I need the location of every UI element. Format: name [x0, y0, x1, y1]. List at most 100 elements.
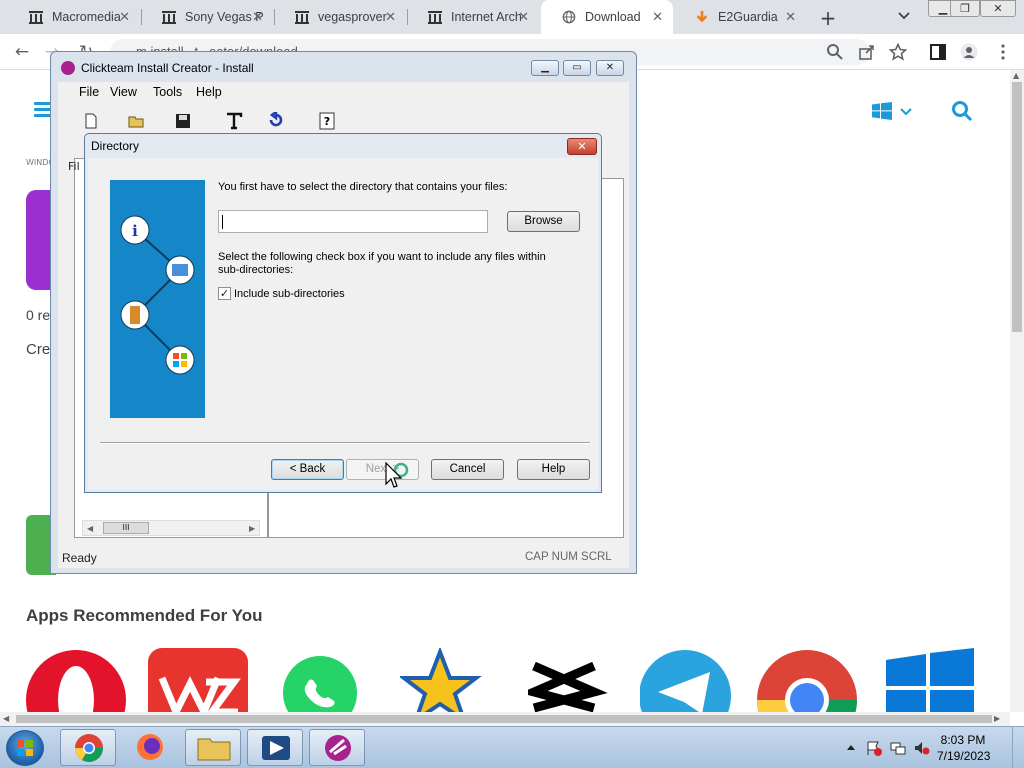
zoom-search-icon[interactable]: [826, 43, 844, 61]
back-arrow-icon[interactable]: ←: [12, 43, 32, 63]
download-arrow-icon: [696, 10, 708, 23]
page-vertical-scrollbar[interactable]: ▲: [1010, 70, 1024, 712]
menu-view[interactable]: View: [110, 85, 137, 99]
tray-expand-icon[interactable]: [843, 740, 859, 756]
taskbar-explorer-button[interactable]: [185, 729, 241, 766]
capcut-icon[interactable]: [528, 648, 628, 712]
browse-button[interactable]: Browse: [507, 211, 580, 232]
tab-e2guardian[interactable]: E2Guardian ✕: [674, 0, 806, 34]
tab-close-icon[interactable]: ✕: [252, 9, 263, 25]
open-folder-icon[interactable]: [128, 112, 146, 130]
new-tab-button[interactable]: +: [818, 6, 838, 30]
files-tab[interactable]: Fil: [68, 160, 80, 173]
menu-tools[interactable]: Tools: [153, 85, 182, 99]
windows-start-icon: [17, 740, 33, 756]
install-creator-logo-icon: [61, 61, 75, 75]
tab-vegasprover[interactable]: vegasprover ✕: [274, 0, 406, 34]
build-refresh-icon[interactable]: [267, 112, 285, 130]
chevron-down-icon[interactable]: [900, 108, 912, 116]
menu-help[interactable]: Help: [196, 85, 222, 99]
scroll-right-arrow-icon[interactable]: ▶: [994, 714, 1000, 723]
directory-prompt: You first have to select the directory t…: [218, 181, 508, 193]
windows-icon[interactable]: [886, 648, 986, 712]
volume-muted-icon[interactable]: [914, 740, 930, 756]
system-clock[interactable]: 8:03 PM 7/19/2023: [937, 732, 991, 764]
scroll-up-arrow-icon[interactable]: ▲: [1013, 71, 1019, 80]
tab-close-icon[interactable]: ✕: [518, 9, 529, 25]
tab-label: E2Guardian: [718, 10, 778, 24]
taskbar-install-creator-button[interactable]: [309, 729, 365, 766]
minimize-button[interactable]: ▁: [531, 60, 559, 76]
svg-text:?: ?: [324, 115, 330, 128]
save-disk-icon[interactable]: [174, 112, 192, 130]
dialog-close-button[interactable]: ✕: [567, 138, 597, 155]
whatsapp-icon[interactable]: [283, 648, 383, 712]
close-button[interactable]: ✕: [596, 60, 624, 76]
opera-icon[interactable]: [26, 648, 126, 712]
page-horizontal-scrollbar[interactable]: ◀ ▶: [0, 712, 1010, 726]
close-window-button[interactable]: ✕: [980, 0, 1016, 17]
reviews-count: 0 re: [26, 307, 51, 323]
windows-logo-icon[interactable]: [872, 102, 892, 120]
tab-download-active[interactable]: Download In ✕: [541, 0, 673, 34]
side-panel-icon[interactable]: [929, 43, 947, 61]
directory-path-input[interactable]: [218, 210, 488, 233]
text-tool-icon[interactable]: [225, 112, 243, 130]
cancel-button[interactable]: Cancel: [431, 459, 504, 480]
menu-bar: File View Tools Help: [58, 82, 629, 104]
horizontal-scroll-thumb[interactable]: [16, 715, 992, 723]
wps-office-icon[interactable]: [148, 648, 248, 712]
scroll-right-arrow-icon[interactable]: ▶: [249, 524, 255, 533]
kebab-menu-icon[interactable]: [994, 43, 1012, 61]
tab-macromedia[interactable]: Macromedia ✕: [8, 0, 140, 34]
action-center-flag-icon[interactable]: [866, 740, 882, 756]
media-player-icon: [262, 736, 290, 760]
bookmark-star-icon[interactable]: [889, 43, 907, 61]
text-caret: [222, 215, 223, 229]
globe-icon: [562, 10, 576, 24]
network-icon[interactable]: [890, 740, 906, 756]
maximize-button[interactable]: ▭: [563, 60, 591, 76]
vertical-scroll-thumb[interactable]: [1012, 82, 1022, 332]
archive-icon: [428, 11, 442, 24]
app-description: Cre: [26, 341, 51, 358]
include-subdirs-checkbox[interactable]: ✓: [218, 287, 231, 300]
tab-close-icon[interactable]: ✕: [119, 9, 130, 25]
star-icon[interactable]: [400, 648, 500, 712]
restore-button[interactable]: ❐: [950, 0, 980, 17]
new-file-icon[interactable]: [82, 112, 100, 130]
back-button[interactable]: < Back: [271, 459, 344, 480]
status-bar: Ready CAP NUM SCRL: [58, 550, 629, 568]
scroll-left-arrow-icon[interactable]: ◀: [87, 524, 93, 533]
taskbar-chrome-button[interactable]: [60, 729, 116, 766]
start-button[interactable]: [6, 730, 44, 766]
chrome-icon[interactable]: [757, 648, 857, 712]
window-title: Clickteam Install Creator - Install: [81, 61, 254, 75]
tree-horizontal-scrollbar[interactable]: ◀ III ▶: [82, 520, 260, 536]
menu-file[interactable]: File: [79, 85, 99, 99]
taskbar-firefox-button[interactable]: [122, 729, 178, 766]
scroll-thumb[interactable]: III: [103, 522, 149, 534]
profile-avatar-icon[interactable]: [960, 43, 978, 61]
tab-close-icon[interactable]: ✕: [785, 9, 796, 25]
tab-close-icon[interactable]: ✕: [385, 9, 396, 25]
help-button[interactable]: Help: [517, 459, 590, 480]
apps-heading: Apps Recommended For You: [26, 606, 263, 625]
show-desktop-button[interactable]: [1012, 727, 1024, 768]
tab-label: Download In: [585, 10, 641, 24]
include-subdirs-label[interactable]: Include sub-directories: [234, 288, 345, 301]
taskbar-media-player-button[interactable]: [247, 729, 303, 766]
tab-internet-archive[interactable]: Internet Arch ✕: [407, 0, 539, 34]
tab-sony-vegas[interactable]: Sony Vegas P ✕: [141, 0, 273, 34]
share-icon[interactable]: [858, 43, 876, 61]
clock-date: 7/19/2023: [937, 749, 991, 763]
help-question-icon[interactable]: ?: [318, 112, 336, 130]
scroll-left-arrow-icon[interactable]: ◀: [3, 714, 9, 723]
directory-dialog: Directory ✕ i You first have to select t…: [84, 133, 602, 493]
tab-search-chevron-icon[interactable]: [896, 9, 912, 23]
archive-icon: [162, 11, 176, 24]
telegram-icon[interactable]: [640, 648, 740, 712]
search-icon[interactable]: [951, 100, 973, 122]
files-node-icon: [165, 255, 195, 285]
tab-close-icon[interactable]: ✕: [652, 9, 663, 25]
